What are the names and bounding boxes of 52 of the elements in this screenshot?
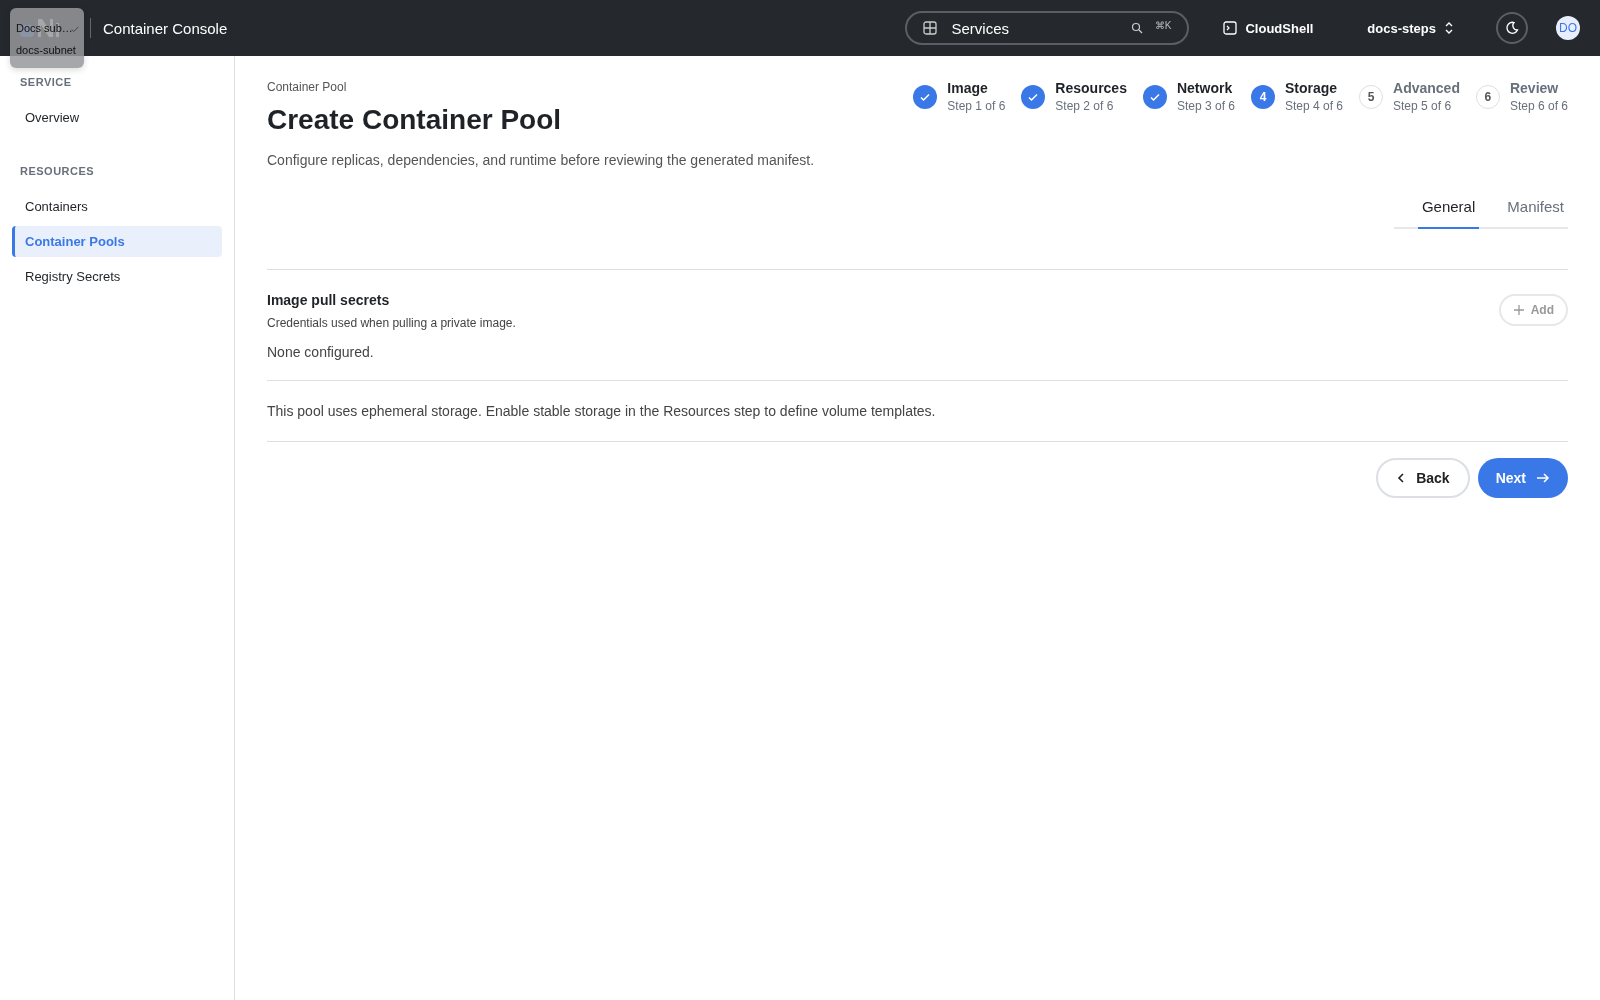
- check-icon: [1021, 85, 1046, 109]
- arrow-right-icon: [1536, 472, 1550, 484]
- step-label: Review: [1509, 80, 1560, 96]
- next-button[interactable]: Next: [1477, 458, 1568, 498]
- check-icon: [913, 85, 938, 109]
- step-label: Advanced: [1393, 80, 1460, 96]
- services-search-field[interactable]: Services ⌘K: [905, 11, 1190, 45]
- section-title: Image pull secrets: [267, 292, 391, 308]
- sidebar-item[interactable]: Registry Secrets: [12, 261, 222, 292]
- popup-subtitle: docs-subnet: [16, 44, 76, 56]
- tab[interactable]: General: [1417, 192, 1480, 229]
- grid-icon: [923, 21, 938, 35]
- step-label: Storage: [1285, 80, 1339, 96]
- step-number: 4: [1251, 85, 1275, 109]
- chevron-left-icon: [1396, 472, 1407, 484]
- plus-icon: [1512, 304, 1525, 316]
- step-caption: Step 5 of 6: [1393, 99, 1453, 113]
- moon-icon[interactable]: [1496, 12, 1528, 44]
- project-selector[interactable]: docs-steps: [1361, 19, 1460, 37]
- sidebar-item[interactable]: Container Pools: [12, 226, 222, 257]
- step-number: 6: [1475, 85, 1500, 109]
- sidebar-item[interactable]: Overview: [12, 102, 222, 133]
- breadcrumb: Container Pool: [267, 80, 348, 94]
- section-heading: SERVICE: [19, 76, 73, 88]
- step-caption: Step 2 of 6: [1055, 99, 1115, 113]
- storage-note: This pool uses ephemeral storage. Enable stable storage in the Resources step to define volume templates.: [267, 381, 1568, 442]
- sidebar-item[interactable]: Containers: [12, 191, 222, 222]
- empty-message: None configured.: [267, 344, 375, 360]
- section-subtitle: Credentials used when pulling a private image.: [267, 316, 516, 330]
- step-caption: Step 6 of 6: [1509, 99, 1568, 113]
- cloudshell-button[interactable]: CloudShell: [1217, 19, 1320, 37]
- shortcut-hint: ⌘K: [1154, 19, 1172, 31]
- step-caption: Step 4 of 6: [1285, 99, 1344, 113]
- back-button[interactable]: Back: [1376, 458, 1470, 498]
- check-icon: [1142, 85, 1167, 109]
- chevron-updown-icon: [1444, 21, 1454, 35]
- page-title: Create Container Pool: [267, 104, 562, 136]
- step-label: Image: [947, 80, 989, 96]
- page-description: Configure replicas, dependencies, and runtime before reviewing the generated manifest.: [267, 152, 816, 168]
- step-caption: Step 1 of 6: [947, 99, 1006, 113]
- step-label: Resources: [1055, 80, 1127, 96]
- section-heading: RESOURCES: [19, 165, 96, 177]
- user-avatar[interactable]: DO: [1556, 16, 1580, 40]
- popup-title: Docs sub…: [16, 22, 73, 34]
- step-label: Network: [1176, 80, 1234, 96]
- tab[interactable]: Manifest: [1503, 192, 1568, 229]
- step-caption: Step 3 of 6: [1176, 99, 1235, 113]
- search-input[interactable]: Services: [949, 18, 1119, 38]
- step-number: 5: [1359, 85, 1384, 109]
- terminal-icon: [1223, 21, 1238, 35]
- app-title: Container Console: [103, 19, 228, 37]
- search-icon: [1130, 22, 1143, 34]
